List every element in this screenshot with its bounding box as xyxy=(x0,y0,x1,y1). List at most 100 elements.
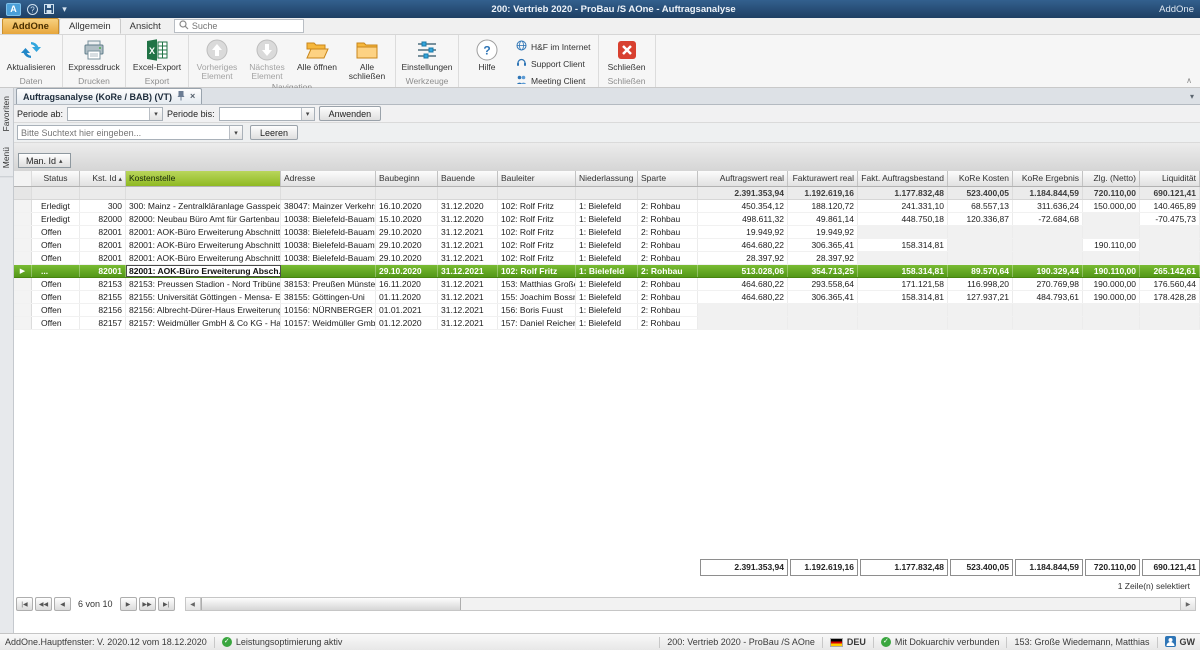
table-row[interactable]: Offen 82001 82001: AOK-Büro Erweiterung … xyxy=(14,239,1200,252)
search-icon xyxy=(179,20,189,33)
alle-schliessen-button[interactable]: Alle schließen xyxy=(342,36,392,82)
pager-prev-page-button[interactable] xyxy=(35,597,52,611)
cell-status: Offen xyxy=(32,304,80,316)
column-header-status[interactable]: Status xyxy=(32,171,80,186)
cell-adresse: 10157: Weidmüller GmbH & ... xyxy=(281,317,376,329)
column-header-kst-id[interactable]: Kst. Id xyxy=(80,171,126,186)
periode-bis-select[interactable] xyxy=(219,107,315,121)
pager-next-page-button[interactable] xyxy=(139,597,156,611)
pager-first-button[interactable] xyxy=(16,597,33,611)
column-header-adresse[interactable]: Adresse xyxy=(281,171,376,186)
naechstes-element-button[interactable]: Nächstes Element xyxy=(242,36,292,82)
cell-fakt-auftragsbestand xyxy=(858,317,948,329)
cell-adresse xyxy=(281,265,376,277)
column-header-baubeginn[interactable]: Baubeginn xyxy=(376,171,438,186)
quick-access-dropdown-icon[interactable]: ▾ xyxy=(58,3,71,16)
scroll-right-icon[interactable] xyxy=(1180,598,1195,610)
column-header-zlg-netto[interactable]: Zlg. (Netto) xyxy=(1083,171,1140,186)
ribbon-search-box[interactable] xyxy=(174,19,304,33)
vorheriges-element-button[interactable]: Vorheriges Element xyxy=(192,36,242,82)
column-header-kostenstelle[interactable]: Kostenstelle xyxy=(126,171,281,186)
support-client-link[interactable]: Support Client xyxy=(516,57,591,70)
table-row[interactable]: Offen 82001 82001: AOK-Büro Erweiterung … xyxy=(14,226,1200,239)
svg-text:?: ? xyxy=(30,5,35,14)
group-by-panel: Man. Id xyxy=(14,143,1200,171)
table-row[interactable]: Offen 82156 82156: Albrecht-Dürer-Haus E… xyxy=(14,304,1200,317)
leeren-button[interactable]: Leeren xyxy=(250,125,298,140)
group-by-chip-man-id[interactable]: Man. Id xyxy=(18,153,71,168)
scroll-left-icon[interactable] xyxy=(186,598,201,610)
pager-prev-button[interactable] xyxy=(54,597,71,611)
ribbon-collapse-icon[interactable] xyxy=(1186,76,1192,85)
table-row[interactable]: Offen 82153 82153: Preussen Stadion - No… xyxy=(14,278,1200,291)
sidebar-tab-favoriten[interactable]: Favoriten xyxy=(0,88,13,139)
cell-kst-id: 82001 xyxy=(80,239,126,251)
table-row[interactable]: Erledigt 82000 82000: Neubau Büro Amt fü… xyxy=(14,213,1200,226)
column-header-niederlassung[interactable]: Niederlassung xyxy=(576,171,638,186)
tab-close-icon[interactable] xyxy=(190,92,195,101)
spacer-cell xyxy=(80,187,126,199)
scrollbar-thumb[interactable] xyxy=(201,598,461,610)
total-zlg-netto: 720.110,00 xyxy=(1085,559,1140,576)
ribbon-search-input[interactable] xyxy=(192,21,299,31)
table-row[interactable]: Offen 82157 82157: Weidmüller GmbH & Co … xyxy=(14,317,1200,330)
hf-im-internet-link[interactable]: H&F im Internet xyxy=(516,40,591,53)
column-header-auftragswert-real[interactable]: Auftragswert real xyxy=(698,171,788,186)
grid-search-box[interactable] xyxy=(17,125,243,140)
alle-oeffnen-button[interactable]: Alle öffnen xyxy=(292,36,342,72)
tab-ansicht[interactable]: Ansicht xyxy=(121,18,170,34)
cell-kst-id: 82001 xyxy=(80,265,126,277)
aktualisieren-button[interactable]: Aktualisieren xyxy=(3,36,59,72)
schliessen-button[interactable]: Schließen xyxy=(602,36,652,72)
tab-list-dropdown-icon[interactable] xyxy=(1190,92,1194,101)
tab-allgemein[interactable]: Allgemein xyxy=(59,18,121,34)
column-header-liquiditaet[interactable]: Liquidität xyxy=(1140,171,1200,186)
column-header-sparte[interactable]: Sparte xyxy=(638,171,698,186)
statusbar-dokuarchiv: Mit Dokuarchiv verbunden xyxy=(881,637,1000,647)
save-icon[interactable] xyxy=(42,3,55,16)
column-header-bauleiter[interactable]: Bauleiter xyxy=(498,171,576,186)
grid-search-input[interactable] xyxy=(18,126,229,139)
spacer-cell xyxy=(576,187,638,199)
cell-sparte: 2: Rohbau xyxy=(638,226,698,238)
statusbar-user-badge[interactable]: GW xyxy=(1165,636,1196,649)
meeting-client-link[interactable]: Meeting Client xyxy=(516,74,591,87)
periode-ab-select[interactable] xyxy=(67,107,163,121)
cell-sparte: 2: Rohbau xyxy=(638,265,698,277)
column-header-fakt-auftragsbestand[interactable]: Fakt. Auftragsbestand xyxy=(858,171,948,186)
excel-export-button[interactable]: X Excel-Export xyxy=(129,36,185,72)
column-header-fakturawert-real[interactable]: Fakturawert real xyxy=(788,171,858,186)
table-row[interactable]: Offen 82155 82155: Universität Göttingen… xyxy=(14,291,1200,304)
pager-next-button[interactable] xyxy=(120,597,137,611)
statusbar-language[interactable]: DEU xyxy=(830,637,866,647)
cell-auftragswert-real xyxy=(698,304,788,316)
pager-last-button[interactable] xyxy=(158,597,175,611)
summary-kore-kosten: 523.400,05 xyxy=(948,187,1013,199)
einstellungen-button[interactable]: Einstellungen xyxy=(399,36,455,72)
cell-bauende: 31.12.2020 xyxy=(438,213,498,225)
statusbar-separator xyxy=(1006,637,1007,648)
horizontal-scrollbar[interactable] xyxy=(185,597,1196,611)
sidebar-tab-menue[interactable]: Menü xyxy=(0,139,13,177)
column-header-bauende[interactable]: Bauende xyxy=(438,171,498,186)
ribbon-group-hilfe: ? Hilfe H&F im Internet xyxy=(459,35,599,87)
naechstes-element-label: Nächstes Element xyxy=(242,63,292,82)
cell-liquiditaet xyxy=(1140,317,1200,329)
anwenden-button[interactable]: Anwenden xyxy=(319,106,382,121)
table-row[interactable]: Offen 82001 82001: AOK-Büro Erweiterung … xyxy=(14,252,1200,265)
expressdruck-button[interactable]: Expressdruck xyxy=(66,36,122,72)
table-row[interactable]: Erledigt 300 300: Mainz - Zentralkläranl… xyxy=(14,200,1200,213)
einstellungen-label: Einstellungen xyxy=(401,63,452,72)
document-tab-auftragsanalyse[interactable]: Auftragsanalyse (KoRe / BAB) (VT) xyxy=(16,88,202,104)
column-header-kore-kosten[interactable]: KoRe Kosten xyxy=(948,171,1013,186)
pin-icon[interactable] xyxy=(177,90,185,103)
table-row[interactable]: ... 82001 82001: AOK-Büro Erweiterung Ab… xyxy=(14,265,1200,278)
help-icon[interactable]: ? xyxy=(26,3,39,16)
cell-kostenstelle: 82156: Albrecht-Dürer-Haus Erweiterung A… xyxy=(126,304,281,316)
cell-zlg-netto: 190.000,00 xyxy=(1083,278,1140,290)
cell-sparte: 2: Rohbau xyxy=(638,304,698,316)
hilfe-button[interactable]: ? Hilfe xyxy=(462,36,512,72)
column-header-kore-ergebnis[interactable]: KoRe Ergebnis xyxy=(1013,171,1083,186)
tab-addone[interactable]: AddOne xyxy=(2,18,59,34)
app-logo[interactable]: A xyxy=(6,3,21,16)
